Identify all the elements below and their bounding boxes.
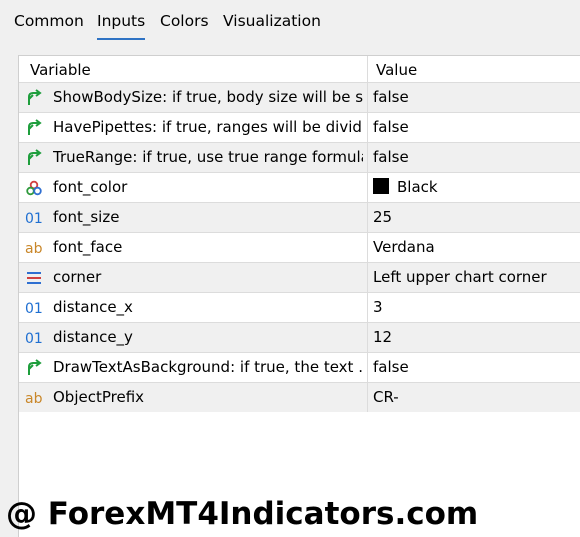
value-text: 25	[373, 208, 393, 226]
variable-name: DrawTextAsBackground: if true, the text …	[53, 358, 363, 376]
table-row[interactable]: TrueRange: if true, use true range formu…	[19, 142, 580, 172]
value-text: false	[373, 148, 409, 166]
variable-name: font_face	[53, 238, 123, 256]
integer-icon: 01	[25, 301, 43, 317]
variable-name: ShowBodySize: if true, body size will be…	[53, 88, 363, 106]
variable-value[interactable]: 3	[373, 298, 383, 316]
table-row[interactable]: HavePipettes: if true, ranges will be di…	[19, 112, 580, 142]
bool-arrow-icon	[25, 89, 43, 107]
value-text: 12	[373, 328, 393, 346]
tab-common[interactable]: Common	[14, 12, 84, 30]
value-text: false	[373, 358, 409, 376]
value-text: Verdana	[373, 238, 435, 256]
string-icon: ab	[25, 241, 43, 257]
variable-value[interactable]: false	[373, 358, 409, 376]
table-row[interactable]: DrawTextAsBackground: if true, the text …	[19, 352, 580, 382]
bool-arrow-icon	[25, 149, 43, 167]
bool-arrow-icon	[25, 119, 43, 137]
table-row[interactable]: 01 distance_x 3	[19, 292, 580, 322]
value-text: Left upper chart corner	[373, 268, 547, 286]
variable-value[interactable]: false	[373, 148, 409, 166]
variable-value[interactable]: false	[373, 118, 409, 136]
tab-visualization[interactable]: Visualization	[223, 12, 321, 30]
bool-arrow-icon	[25, 359, 43, 377]
variable-name: font_size	[53, 208, 120, 226]
tab-bar: Common Inputs Colors Visualization	[0, 0, 580, 48]
watermark: @ ForexMT4Indicators.com	[6, 496, 479, 532]
variable-name: distance_x	[53, 298, 133, 316]
variable-value[interactable]: false	[373, 88, 409, 106]
variable-name: TrueRange: if true, use true range formu…	[53, 148, 363, 166]
string-icon: ab	[25, 391, 43, 407]
value-text: false	[373, 88, 409, 106]
header-variable: Variable	[30, 61, 91, 79]
variable-value[interactable]: CR-	[373, 388, 399, 406]
table-row[interactable]: 01 font_size 25	[19, 202, 580, 232]
color-swatch[interactable]	[373, 178, 389, 194]
variable-value[interactable]: 25	[373, 208, 392, 226]
value-text: Black	[397, 178, 438, 196]
table-row[interactable]: font_color Black	[19, 172, 580, 202]
table-header: Variable Value	[19, 56, 580, 82]
variable-name: ObjectPrefix	[53, 388, 145, 406]
table-row[interactable]: ab font_face Verdana	[19, 232, 580, 262]
variable-name: font_color	[53, 178, 128, 196]
variable-name: HavePipettes: if true, ranges will be di…	[53, 118, 363, 136]
table-row[interactable]: ShowBodySize: if true, body size will be…	[19, 82, 580, 112]
inputs-table: Variable Value ShowBodySize: if true, bo…	[18, 55, 580, 537]
variable-value[interactable]: Verdana	[373, 238, 435, 256]
header-value: Value	[376, 61, 418, 79]
tab-inputs[interactable]: Inputs	[97, 12, 146, 40]
tab-colors[interactable]: Colors	[160, 12, 209, 30]
integer-icon: 01	[25, 331, 43, 347]
table-row[interactable]: 01 distance_y 12	[19, 322, 580, 352]
color-palette-icon	[25, 179, 43, 197]
variable-value[interactable]: Left upper chart corner	[373, 268, 547, 286]
enum-list-icon	[25, 269, 43, 287]
table-row[interactable]: corner Left upper chart corner	[19, 262, 580, 292]
variable-value[interactable]: 12	[373, 328, 392, 346]
value-text: 3	[373, 298, 383, 316]
table-row[interactable]: ab ObjectPrefix CR-	[19, 382, 580, 412]
integer-icon: 01	[25, 211, 43, 227]
variable-value[interactable]: Black	[373, 178, 438, 196]
value-text: CR-	[373, 388, 399, 406]
value-text: false	[373, 118, 409, 136]
variable-name: distance_y	[53, 328, 133, 346]
variable-name: corner	[53, 268, 102, 286]
